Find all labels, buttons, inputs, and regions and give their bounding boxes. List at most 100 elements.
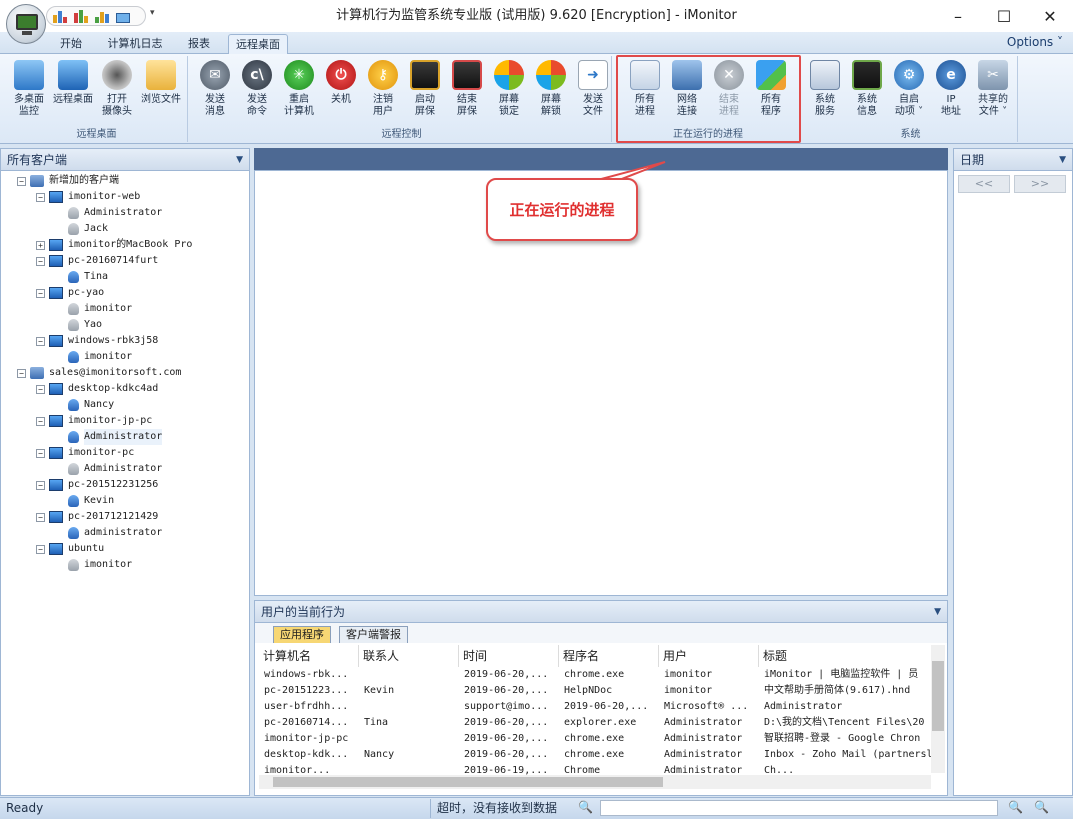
open-camera-button[interactable]: 打开 摄像头 [96,60,138,118]
zoom-out-icon[interactable]: 🔍 [1008,800,1023,814]
tree-node[interactable]: − windows-rbk3j58 [36,333,158,349]
tree-node[interactable]: Yao [55,317,102,333]
maximize-button[interactable]: ☐ [981,0,1027,32]
table-row[interactable]: desktop-kdk... Nancy 2019-06-20,... chrome.… [259,747,933,763]
expand-toggle-icon[interactable]: − [36,192,45,202]
expand-toggle-icon[interactable]: − [17,368,26,378]
tree-node[interactable]: Kevin [55,493,114,509]
logoff-button[interactable]: ⚷ 注销 用户 [362,60,404,118]
table-row[interactable]: windows-rbk... 2019-06-20,... chrome.exe im… [259,667,933,683]
restart-button[interactable]: ✳ 重启 计算机 [278,60,320,118]
options-menu[interactable]: Options ˅ [1007,35,1063,49]
expand-toggle-icon[interactable]: − [36,544,45,554]
prev-date-button[interactable]: << [958,175,1010,193]
app-logo-icon[interactable] [6,4,46,44]
column-header[interactable]: 时间 [459,645,559,667]
zoom-in-icon[interactable]: 🔍 [1034,800,1049,814]
tree-node[interactable]: − imonitor-jp-pc [36,413,152,429]
minimize-button[interactable]: – [935,0,981,32]
tree-node[interactable]: − pc-20160714furt [36,253,158,269]
startup-items-button[interactable]: ⚙ 自启 动项 ˅ [888,60,930,118]
qat-dropdown-icon[interactable]: ▾ [150,8,155,18]
tab-applications[interactable]: 应用程序 [273,626,331,643]
tree-node[interactable]: imonitor [55,557,132,573]
tree-node[interactable]: + imonitor的MacBook Pro [36,237,192,253]
column-header[interactable]: 联系人 [359,645,459,667]
tree-node[interactable]: − pc-201712121429 [36,509,158,525]
shared-files-button[interactable]: ✂ 共享的 文件 ˅ [972,60,1014,118]
chevron-down-icon[interactable]: ▼ [1059,149,1066,171]
tab-client-alerts[interactable]: 客户端警报 [339,626,408,643]
column-chart-icon[interactable] [74,9,92,23]
close-button[interactable]: ✕ [1027,0,1073,32]
scroll-thumb[interactable] [273,777,663,787]
expand-toggle-icon[interactable]: − [36,416,45,426]
expand-toggle-icon[interactable]: − [36,448,45,458]
tree-node[interactable]: Administrator [55,461,162,477]
tree-node[interactable]: − desktop-kdkc4ad [36,381,158,397]
remote-desktop-button[interactable]: 远程桌面 [52,60,94,106]
system-info-button[interactable]: 系统 信息 [846,60,888,118]
expand-toggle-icon[interactable]: − [36,480,45,490]
tree-node[interactable]: Administrator [55,205,162,221]
column-header[interactable]: 标题 [759,645,933,667]
tree-node[interactable]: Administrator [55,429,163,445]
lock-screen-button[interactable]: 屏幕 锁定 [488,60,530,118]
tree-node[interactable]: imonitor [55,349,132,365]
tab-remote-desktop[interactable]: 远程桌面 [228,34,288,54]
browse-files-button[interactable]: 浏览文件 [140,60,182,106]
table-row[interactable]: user-bfrdhh... support@imo... 2019-06-20,.… [259,699,933,715]
stats-icon[interactable] [95,9,113,23]
table-row[interactable]: imonitor... 2019-06-19,... Chrome Administr… [259,763,933,775]
next-date-button[interactable]: >> [1014,175,1066,193]
vertical-scrollbar[interactable] [931,645,945,773]
expand-toggle-icon[interactable]: − [36,256,45,266]
tree-node[interactable]: − imonitor-web [36,189,140,205]
chevron-down-icon[interactable]: ▼ [236,149,243,171]
column-header[interactable]: 计算机名 [259,645,359,667]
table-row[interactable]: pc-20151223... Kevin 2019-06-20,... HelpNDo… [259,683,933,699]
multi-desktop-button[interactable]: 多桌面 监控 [8,60,50,118]
expand-toggle-icon[interactable]: − [36,384,45,394]
end-screensaver-button[interactable]: 结束 屏保 [446,60,488,118]
table-row[interactable]: pc-20160714... Tina 2019-06-20,... explorer… [259,715,933,731]
monitor-icon[interactable] [116,9,134,23]
send-file-button[interactable]: ➜ 发送 文件 [572,60,614,118]
tree-node[interactable]: Tina [55,269,108,285]
tab-computer-log[interactable]: 计算机日志 [104,34,166,54]
status-search-input[interactable] [600,800,998,816]
tab-start[interactable]: 开始 [52,34,90,54]
horizontal-scrollbar[interactable] [259,775,931,789]
system-services-button[interactable]: 系统 服务 [804,60,846,118]
column-header[interactable]: 用户 [659,645,759,667]
table-row[interactable]: imonitor-jp-pc 2019-06-20,... chrome.exe Ad… [259,731,933,747]
tree-node[interactable]: − 新增加的客户端 [17,173,119,189]
expand-toggle-icon[interactable]: − [36,512,45,522]
tree-node[interactable]: − pc-201512231256 [36,477,158,493]
tree-node[interactable]: − sales@imonitorsoft.com [17,365,181,381]
chevron-down-icon[interactable]: ▼ [934,601,941,623]
tree-node[interactable]: − imonitor-pc [36,445,134,461]
column-header[interactable]: 程序名 [559,645,659,667]
quick-access-toolbar[interactable] [46,6,146,26]
tree-node[interactable]: imonitor [55,301,132,317]
unlock-screen-button[interactable]: 屏幕 解锁 [530,60,572,118]
expand-toggle-icon[interactable]: − [36,288,45,298]
shutdown-button[interactable]: ⏻ 关机 [320,60,362,106]
ip-address-button[interactable]: e IP 地址 [930,60,972,118]
expand-toggle-icon[interactable]: − [36,336,45,346]
tree-node[interactable]: Nancy [55,397,114,413]
tree-node[interactable]: administrator [55,525,162,541]
scroll-thumb[interactable] [932,661,944,731]
tab-reports[interactable]: 报表 [180,34,218,54]
bar-chart-icon[interactable] [53,9,71,23]
tree-node[interactable]: − ubuntu [36,541,104,557]
send-message-button[interactable]: ✉ 发送 消息 [194,60,236,118]
start-screensaver-button[interactable]: 启动 屏保 [404,60,446,118]
send-command-button[interactable]: c\ 发送 命令 [236,60,278,118]
tree-node[interactable]: Jack [55,221,108,237]
expand-toggle-icon[interactable]: + [36,240,45,250]
tree-node[interactable]: − pc-yao [36,285,104,301]
expand-toggle-icon[interactable]: − [17,176,26,186]
search-icon[interactable]: 🔍 [578,800,593,814]
